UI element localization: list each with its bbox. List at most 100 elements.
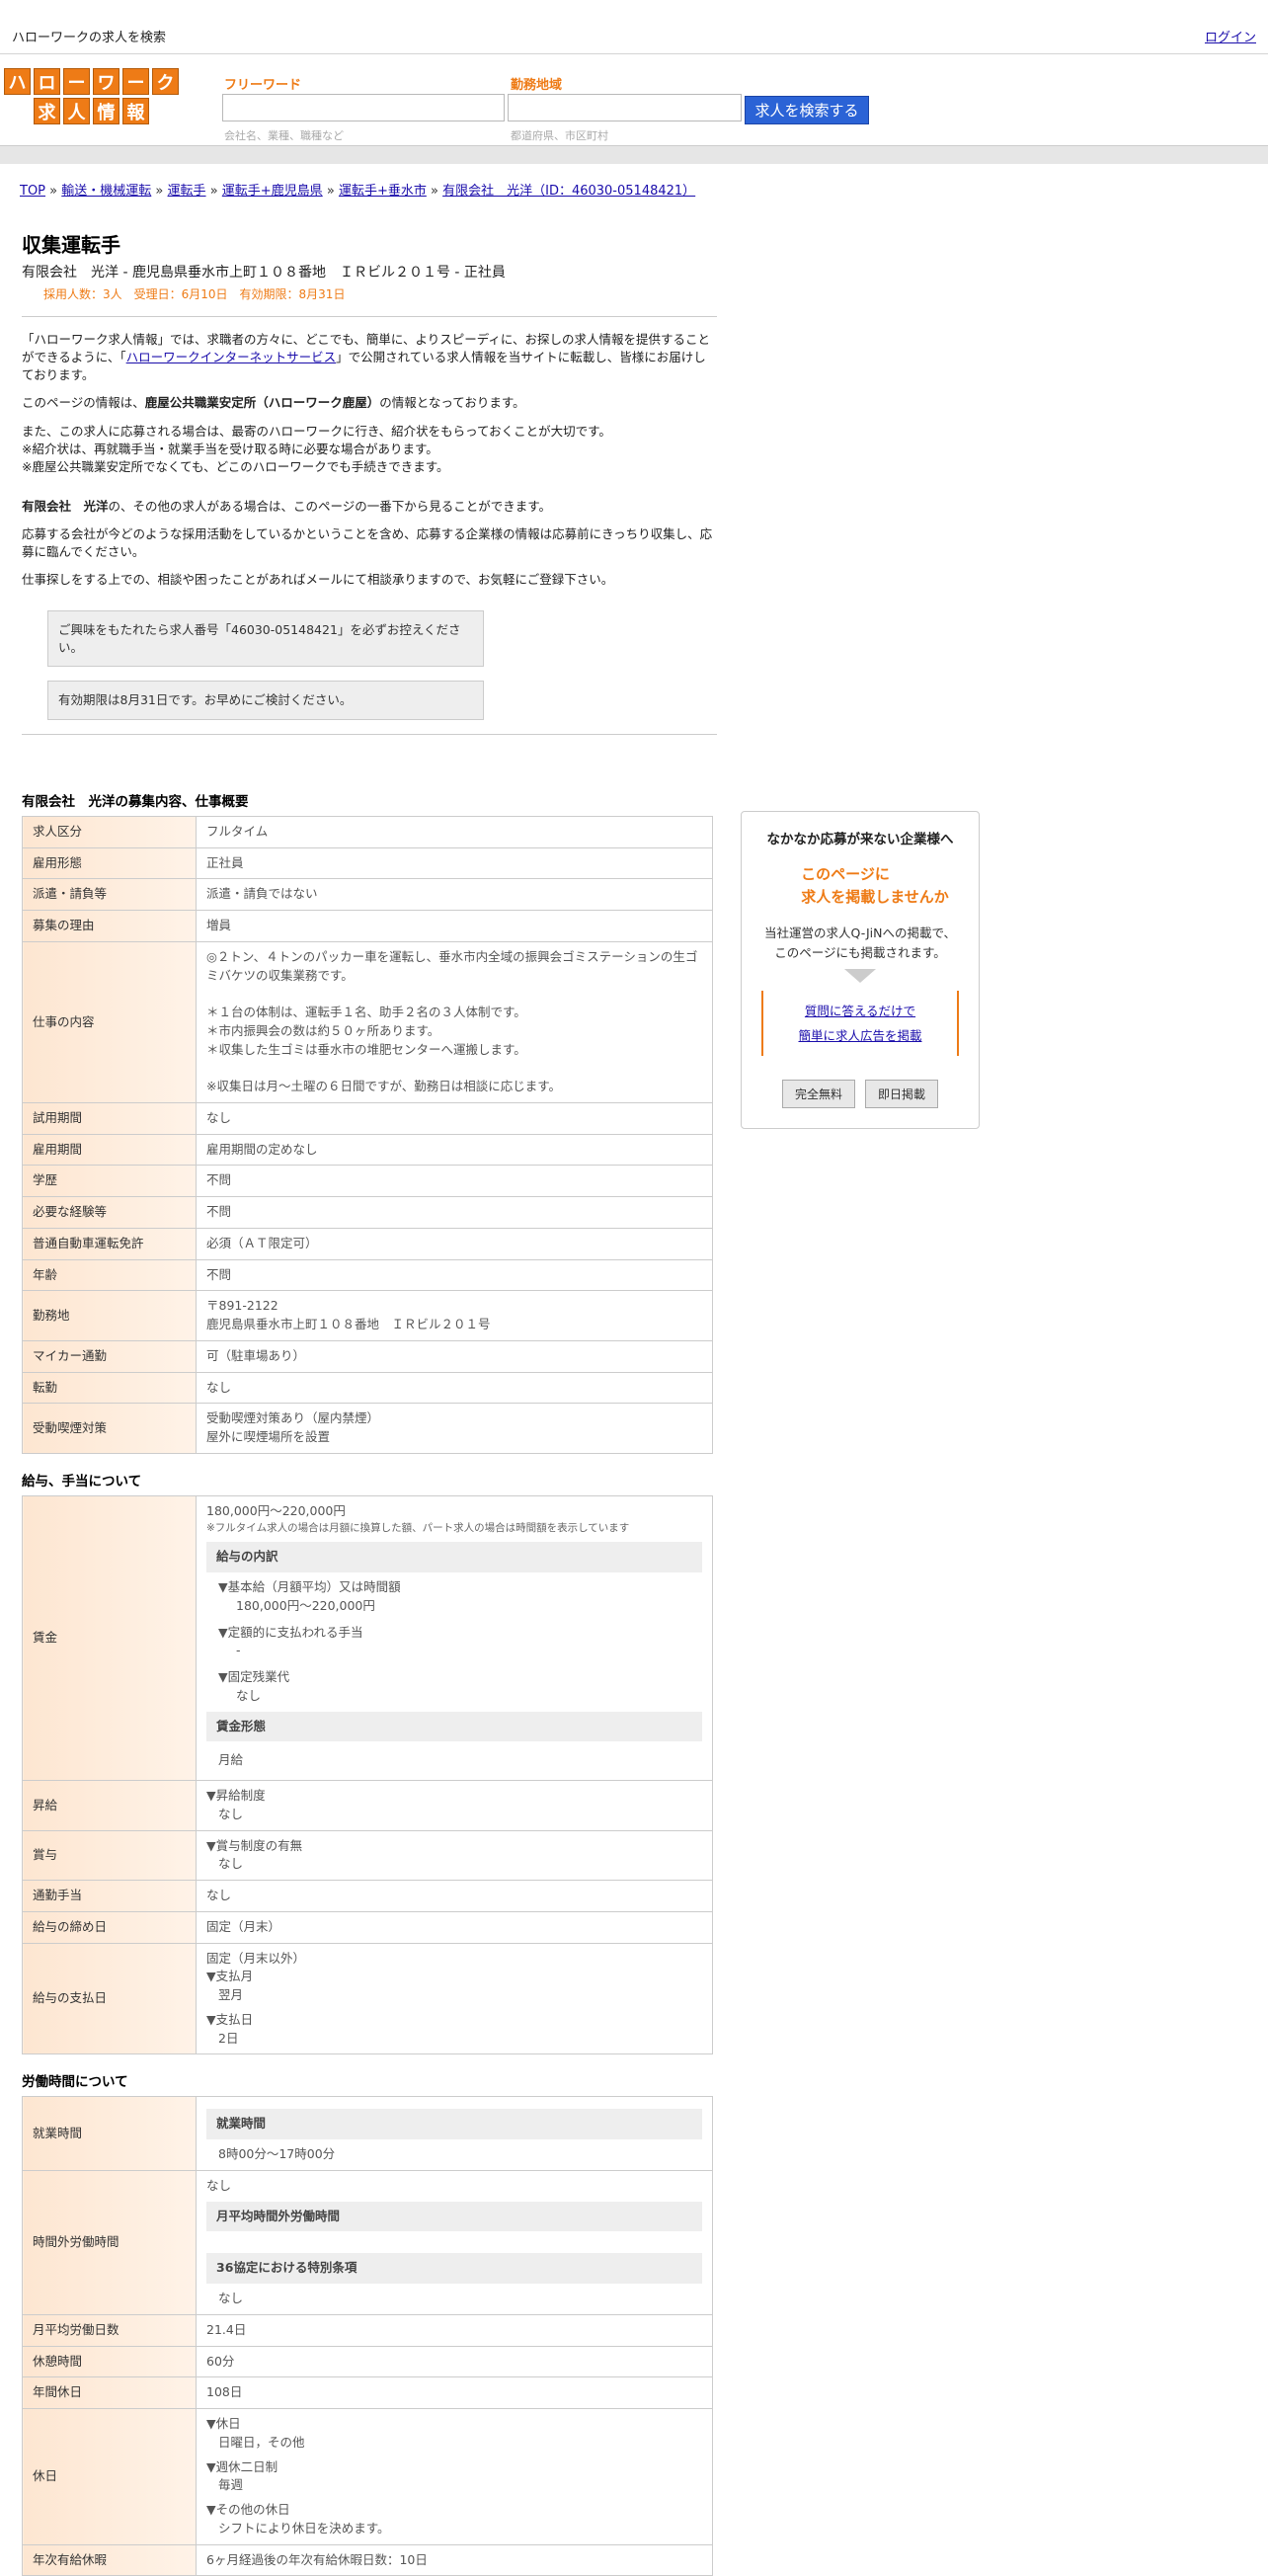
- consult-paragraph: 仕事探しをする上での、相談や困ったことがあればメールにて相談承りますので、お気軽…: [22, 572, 614, 588]
- row-value: 不問: [196, 1165, 713, 1198]
- row-label: 派遣・請負等: [22, 878, 197, 912]
- wage-note: ※フルタイム求人の場合は月額に換算した額、パート求人の場合は時間額を表示していま…: [206, 1521, 630, 1534]
- pay-value: 翌月: [218, 1987, 244, 2003]
- salary-table: 賃金 180,000円〜220,000円 ※フルタイム求人の場合は月額に換算した…: [22, 1494, 713, 2055]
- overview-table: 求人区分 フルタイム 雇用形態 正社員 派遣・請負等 派遣・請負ではない 募集の理由 増員 仕事…: [22, 815, 713, 1454]
- wage-item-value: なし: [236, 1687, 262, 1703]
- holiday-value: 日曜日，その他: [218, 2434, 305, 2450]
- table-row: 学歴 不問: [22, 1165, 713, 1198]
- overtime-label: 時間外労働時間: [22, 2169, 197, 2315]
- overtime-value: なし: [206, 2177, 232, 2193]
- breadcrumb: TOP » 輸送・機械運転 » 運転手 » 運転手+鹿児島県 » 運転手+垂水市…: [20, 180, 695, 199]
- logo-char: ハ: [4, 68, 31, 95]
- hellowork-internet-link[interactable]: ハローワークインターネットサービス: [126, 350, 337, 364]
- row-label: 学歴: [22, 1165, 197, 1198]
- logo-char: ー: [122, 68, 149, 95]
- breadcrumb-job-pref[interactable]: 運転手+鹿児島県: [222, 184, 323, 199]
- search-button[interactable]: 求人を検索する: [745, 96, 869, 124]
- days-label: 月平均労働日数: [22, 2313, 197, 2347]
- down-arrow-icon: [844, 969, 876, 983]
- table-row: 試用期間 なし: [22, 1101, 713, 1135]
- pay-sub: ▼支払日: [206, 2011, 254, 2027]
- breadcrumb-job[interactable]: 運転手: [168, 184, 206, 199]
- free-button[interactable]: 完全無料: [781, 1080, 855, 1108]
- table-row: 年間休日 108日: [22, 2376, 713, 2410]
- top-bar: ハローワークの求人を検索 ログイン: [0, 0, 1268, 54]
- wage-label: 賃金: [22, 1494, 197, 1782]
- row-label: 試用期間: [22, 1101, 197, 1135]
- table-row: 転勤 なし: [22, 1371, 713, 1405]
- row-label: マイカー通勤: [22, 1339, 197, 1373]
- logo-char: 報: [122, 98, 149, 124]
- breadcrumb-company[interactable]: 有限会社 光洋（ID：46030-05148421）: [442, 184, 695, 199]
- login-link[interactable]: ログイン: [1205, 27, 1256, 45]
- row-value: 〒891-2122 鹿児島県垂水市上町１０８番地 ＩＲビル２０１号: [196, 1290, 713, 1341]
- deadline-note: 有効期限は8月31日です。お早めにご検討ください。: [47, 681, 484, 720]
- table-row: 受動喫煙対策 受動喫煙対策あり（屋内禁煙） 屋外に喫煙場所を設置: [22, 1403, 713, 1454]
- table-row: 時間外労働時間 なし 月平均時間外労働時間 36協定における特別条項 なし: [22, 2169, 713, 2315]
- row-label: 募集の理由: [22, 910, 197, 942]
- intro-paragraph: 「ハローワーク求人情報」では、求職者の方々に、どこでも、簡単に、よりスピーディに…: [22, 332, 711, 383]
- table-row: 募集の理由 増員: [22, 910, 713, 942]
- rest-label: 休憩時間: [22, 2345, 197, 2378]
- main-content: 収集運転手 有限会社 光洋 - 鹿児島県垂水市上町１０８番地 ＩＲビル２０１号 …: [22, 229, 717, 2576]
- table-row: マイカー通勤 可（駐車場あり）: [22, 1339, 713, 1373]
- holiday-sub: ▼週休二日制: [206, 2458, 278, 2474]
- row-value: 必須（ＡＴ限定可）: [196, 1227, 713, 1260]
- rest-value: 60分: [196, 2345, 713, 2378]
- table-row: 休憩時間 60分: [22, 2345, 713, 2378]
- hours-value: 8時00分〜17時00分: [218, 2146, 336, 2162]
- logo-char: ロ: [34, 68, 60, 95]
- hellowork-logo[interactable]: ハローワーク 求人情報: [4, 68, 179, 127]
- sidebar-link-question[interactable]: 質問に答えるだけで: [805, 1004, 915, 1018]
- area-label: 勤務地域: [511, 78, 563, 93]
- same-day-button[interactable]: 即日掲載: [865, 1080, 939, 1108]
- row-value: 増員: [196, 910, 713, 942]
- advice-paragraph: 応募する会社が今どのような採用活動をしているかということを含め、応募する企業様の…: [22, 526, 713, 560]
- raise-sub: ▼昇給制度: [206, 1788, 266, 1804]
- raise-label: 昇給: [22, 1780, 197, 1831]
- row-label: 勤務地: [22, 1290, 197, 1341]
- row-value: 正社員: [196, 846, 713, 880]
- table-row: 年次有給休暇 6ヶ月経過後の年次有給休暇日数：10日: [22, 2543, 713, 2576]
- area-input[interactable]: [508, 94, 742, 121]
- wage-item-label: ▼定額的に支払われる手当: [218, 1624, 363, 1640]
- table-row: 必要な経験等 不問: [22, 1196, 713, 1229]
- holiday-value: シフトにより休日を決めます。: [218, 2520, 390, 2536]
- job-title: 収集運転手: [22, 233, 120, 257]
- logo-char: ー: [63, 68, 90, 95]
- table-row: 雇用形態 正社員: [22, 846, 713, 880]
- breadcrumb-category[interactable]: 輸送・機械運転: [61, 184, 151, 199]
- bonus-value: なし: [218, 1856, 244, 1872]
- row-label: 雇用期間: [22, 1133, 197, 1167]
- row-label: 仕事の内容: [22, 940, 197, 1103]
- days-value: 21.4日: [196, 2313, 713, 2347]
- breadcrumb-job-city[interactable]: 運転手+垂水市: [339, 184, 427, 199]
- holiday-sub: ▼休日: [206, 2416, 241, 2432]
- paid-leave-value: 6ヶ月経過後の年次有給休暇日数：10日: [196, 2543, 713, 2576]
- table-row: 賞与 ▼賞与制度の有無 なし: [22, 1829, 713, 1882]
- sidebar-title: なかなか応募が来ない企業様へ: [766, 832, 954, 847]
- table-row: 通勤手当 なし: [22, 1880, 713, 1912]
- wage-item-value: -: [236, 1643, 241, 1658]
- pay-value: 固定（月末以外）: [206, 1950, 306, 1966]
- table-row: 給与の支払日 固定（月末以外） ▼支払月 翌月 ▼支払日 2日: [22, 1942, 713, 2055]
- table-row: 勤務地 〒891-2122 鹿児島県垂水市上町１０８番地 ＩＲビル２０１号: [22, 1290, 713, 1341]
- sidebar-catch: このページに 求人を掲載しませんか: [801, 865, 949, 906]
- paid-leave-label: 年次有給休暇: [22, 2543, 197, 2576]
- pay-label: 給与の支払日: [22, 1942, 197, 2055]
- row-value: 不問: [196, 1196, 713, 1229]
- row-value: 不問: [196, 1258, 713, 1292]
- logo-char: ク: [152, 68, 179, 95]
- divider: [22, 733, 717, 735]
- logo-char: 情: [93, 98, 119, 124]
- table-row: 給与の締め日 固定（月末）: [22, 1910, 713, 1944]
- table-row: 雇用期間 雇用期間の定めなし: [22, 1133, 713, 1167]
- header-divider: [0, 145, 1268, 164]
- breadcrumb-top[interactable]: TOP: [20, 184, 45, 199]
- sidebar-link-post[interactable]: 簡単に求人広告を掲載: [798, 1028, 921, 1043]
- site-title: ハローワークの求人を検索: [12, 31, 167, 45]
- freeword-input[interactable]: [222, 94, 505, 121]
- wage-form-value: 月給: [218, 1752, 244, 1768]
- salary-heading: 給与、手当について: [22, 1473, 142, 1489]
